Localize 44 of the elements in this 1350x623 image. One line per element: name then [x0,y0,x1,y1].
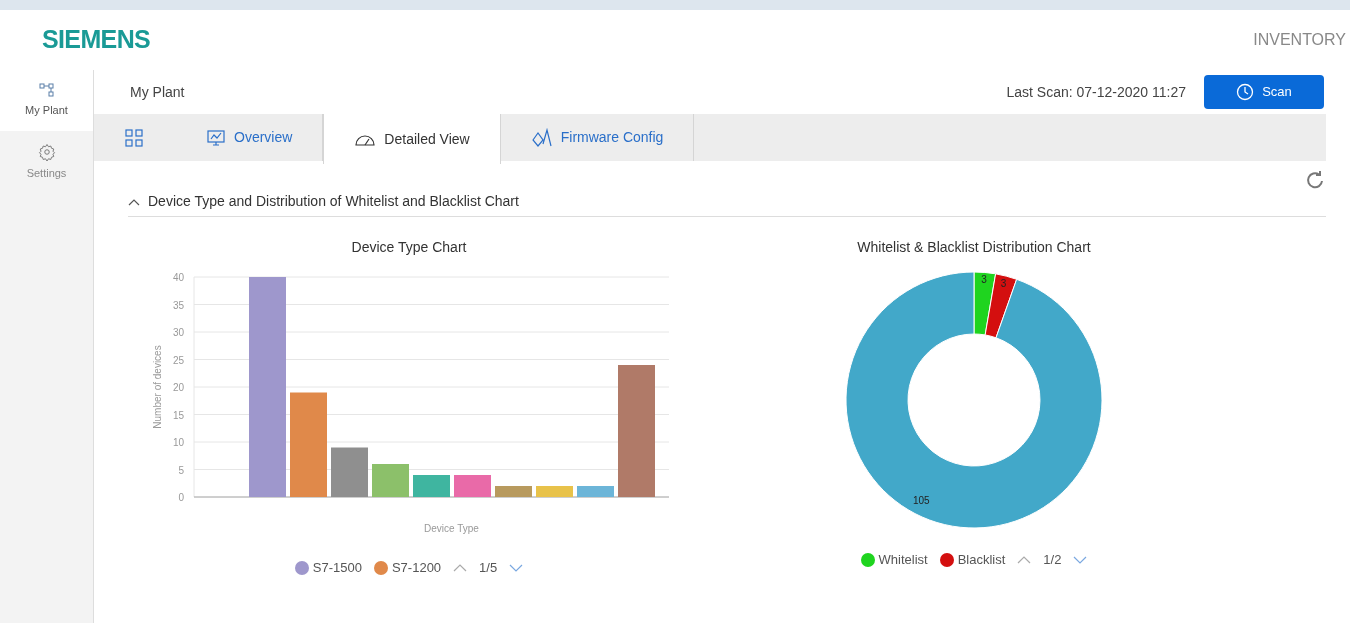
scan-button[interactable]: Scan [1204,75,1324,109]
y-tick-label: 15 [172,409,184,421]
chevron-down-icon[interactable] [509,562,524,573]
page-title: My Plant [130,82,186,102]
legend-page: 1/5 [479,559,498,577]
y-tick-label: 35 [172,299,184,311]
y-tick-label: 0 [178,492,184,503]
legend-label[interactable]: S7-1200 [391,558,442,578]
pulse-icon [530,127,553,148]
legend-page: 1/2 [1043,551,1062,569]
app-name: INVENTORY [1253,30,1346,50]
logo: SIEMENS [42,24,151,56]
tab[interactable]: Firmware Config [500,114,695,161]
y-axis-label: Number of devices [152,345,163,429]
monitor-icon [206,128,226,147]
y-tick-label: 10 [172,437,184,448]
collapse-toggle[interactable] [128,197,140,206]
y-tick-label: 40 [172,272,184,283]
y-tick-label: 20 [172,382,184,393]
y-tick-label: 30 [172,327,184,338]
chevron-up-icon[interactable] [453,562,468,573]
last-scan-text: Last Scan: 07-12-2020 11:27 [1006,82,1186,102]
network-icon [38,82,55,98]
refresh-icon[interactable] [1304,169,1326,191]
chevron-up-icon[interactable] [1017,554,1032,565]
x-axis-label: Device Type [424,523,479,534]
legend-label[interactable]: Blacklist [957,550,1006,570]
chevron-up-icon [128,197,140,206]
tab[interactable]: Detailed View [323,114,501,164]
y-tick-label: 25 [172,354,184,366]
slice-value-label: 105 [913,495,930,507]
legend-label[interactable]: S7-1500 [312,558,362,578]
section-title: Device Type and Distribution of Whitelist and Blacklist Chart [148,192,519,211]
settings-icon [37,142,56,161]
slice-value-label: 3 [1000,277,1007,289]
chart-title: Whitelist & Blacklist Distribution Chart [857,238,1091,257]
chart-title: Device Type Chart [351,238,467,257]
slice-value-label: 3 [981,274,987,286]
grid-icon [124,127,144,148]
donut-slice[interactable] [845,271,1103,529]
chevron-down-icon[interactable] [1073,554,1088,565]
legend-label[interactable]: Whitelist [878,550,928,570]
clock-icon [1236,83,1255,101]
y-tick-label: 5 [178,464,184,476]
